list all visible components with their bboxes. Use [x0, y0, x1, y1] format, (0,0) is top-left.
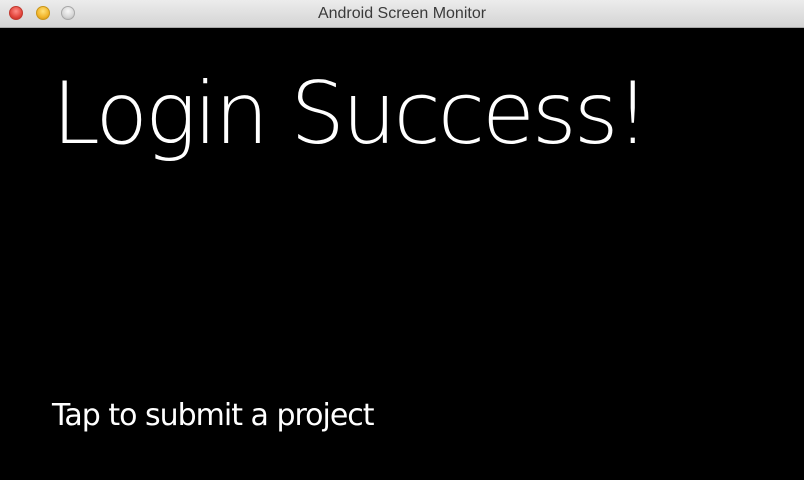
- device-screen[interactable]: Login Success! Tap to submit a project: [0, 28, 804, 480]
- title-bar: Android Screen Monitor: [0, 0, 804, 28]
- submit-project-prompt[interactable]: Tap to submit a project: [52, 396, 375, 436]
- login-success-heading: Login Success!: [52, 64, 650, 164]
- app-window: Android Screen Monitor Login Success! Ta…: [0, 0, 804, 480]
- window-title: Android Screen Monitor: [317, 5, 487, 22]
